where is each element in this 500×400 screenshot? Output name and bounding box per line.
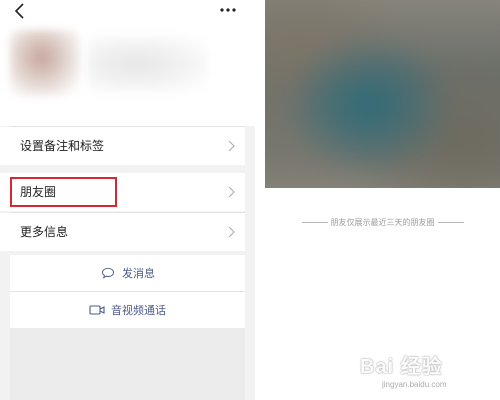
moments-highlight-box	[10, 177, 117, 207]
baidu-jingyan-watermark: Bai 经验 jingyan.baidu.com	[360, 350, 496, 398]
contact-profile-panel: 设置备注和标签 朋友圈 更多信息 发消息 音视频通话	[0, 0, 255, 400]
notice-dash-right	[437, 221, 464, 223]
notice-dash-left	[301, 221, 328, 223]
send-message-label: 发消息	[122, 267, 155, 280]
chevron-right-icon	[228, 140, 235, 152]
av-call-label: 音视频通话	[111, 304, 166, 317]
avatar[interactable]	[10, 30, 80, 96]
top-bar	[0, 0, 255, 26]
video-camera-icon	[89, 305, 105, 315]
chevron-right-icon	[228, 186, 235, 198]
remark-tags-row[interactable]: 设置备注和标签	[0, 127, 245, 165]
ellipsis-icon[interactable]	[218, 4, 238, 16]
moments-cover-image[interactable]	[265, 0, 500, 188]
remark-tags-label: 设置备注和标签	[20, 139, 105, 153]
notice-text: 朋友仅展示最近三天的朋友圈	[330, 217, 435, 227]
more-info-label: 更多信息	[20, 225, 69, 239]
chevron-left-icon[interactable]	[12, 2, 28, 20]
more-info-row[interactable]: 更多信息	[0, 213, 245, 251]
profile-info-blurred	[88, 36, 208, 92]
moments-panel: 朋友仅展示最近三天的朋友圈	[265, 0, 500, 400]
bottom-spacer	[10, 328, 245, 400]
watermark-brand: Bai 经验	[360, 356, 443, 378]
watermark-url: jingyan.baidu.com	[382, 380, 447, 389]
profile-card	[0, 26, 255, 126]
chat-bubble-icon	[101, 267, 115, 279]
chevron-right-icon	[228, 226, 235, 238]
av-call-button[interactable]: 音视频通话	[10, 292, 245, 328]
cover-blurred-photo	[265, 0, 500, 188]
moments-visibility-notice: 朋友仅展示最近三天的朋友圈	[265, 214, 500, 230]
send-message-button[interactable]: 发消息	[10, 255, 245, 291]
